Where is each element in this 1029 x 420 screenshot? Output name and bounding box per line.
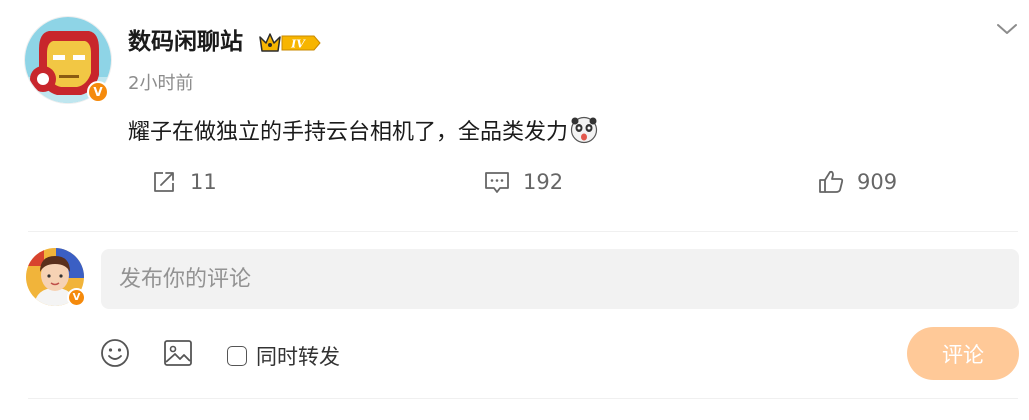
author-name[interactable]: 数码闲聊站 bbox=[128, 26, 243, 58]
panda-surprised-emoji-icon bbox=[570, 116, 598, 144]
checkbox-box[interactable] bbox=[227, 346, 247, 366]
post-timestamp: 2小时前 bbox=[128, 73, 194, 94]
divider bbox=[28, 398, 1018, 399]
post-text: 耀子在做独立的手持云台相机了，全品类发力 bbox=[128, 120, 569, 145]
repost-count: 11 bbox=[190, 170, 217, 194]
repost-checkbox-label: 同时转发 bbox=[256, 345, 340, 369]
share-icon bbox=[154, 172, 174, 192]
like-button[interactable]: 909 bbox=[817, 166, 897, 198]
comment-button[interactable]: 192 bbox=[483, 166, 563, 198]
repost-checkbox[interactable]: 同时转发 bbox=[227, 341, 340, 371]
user-verified-badge: V bbox=[67, 288, 86, 307]
comment-input[interactable] bbox=[101, 249, 1019, 309]
like-count: 909 bbox=[857, 170, 898, 194]
thumbs-up-icon bbox=[819, 170, 844, 193]
vip-level-label: IV bbox=[290, 38, 306, 51]
divider bbox=[28, 231, 1018, 232]
vip-crown-icon[interactable]: IV bbox=[258, 31, 322, 55]
submit-comment-button[interactable]: 评论 bbox=[907, 327, 1019, 380]
post-content: 耀子在做独立的手持云台相机了，全品类发力 bbox=[128, 116, 598, 148]
verified-badge: V bbox=[87, 81, 109, 103]
comment-count: 192 bbox=[523, 170, 564, 194]
chevron-down-icon[interactable] bbox=[994, 20, 1020, 38]
image-upload-icon[interactable] bbox=[162, 337, 194, 369]
emoji-picker-icon[interactable] bbox=[99, 337, 131, 369]
repost-button[interactable]: 11 bbox=[150, 166, 217, 198]
comment-icon bbox=[485, 172, 509, 193]
